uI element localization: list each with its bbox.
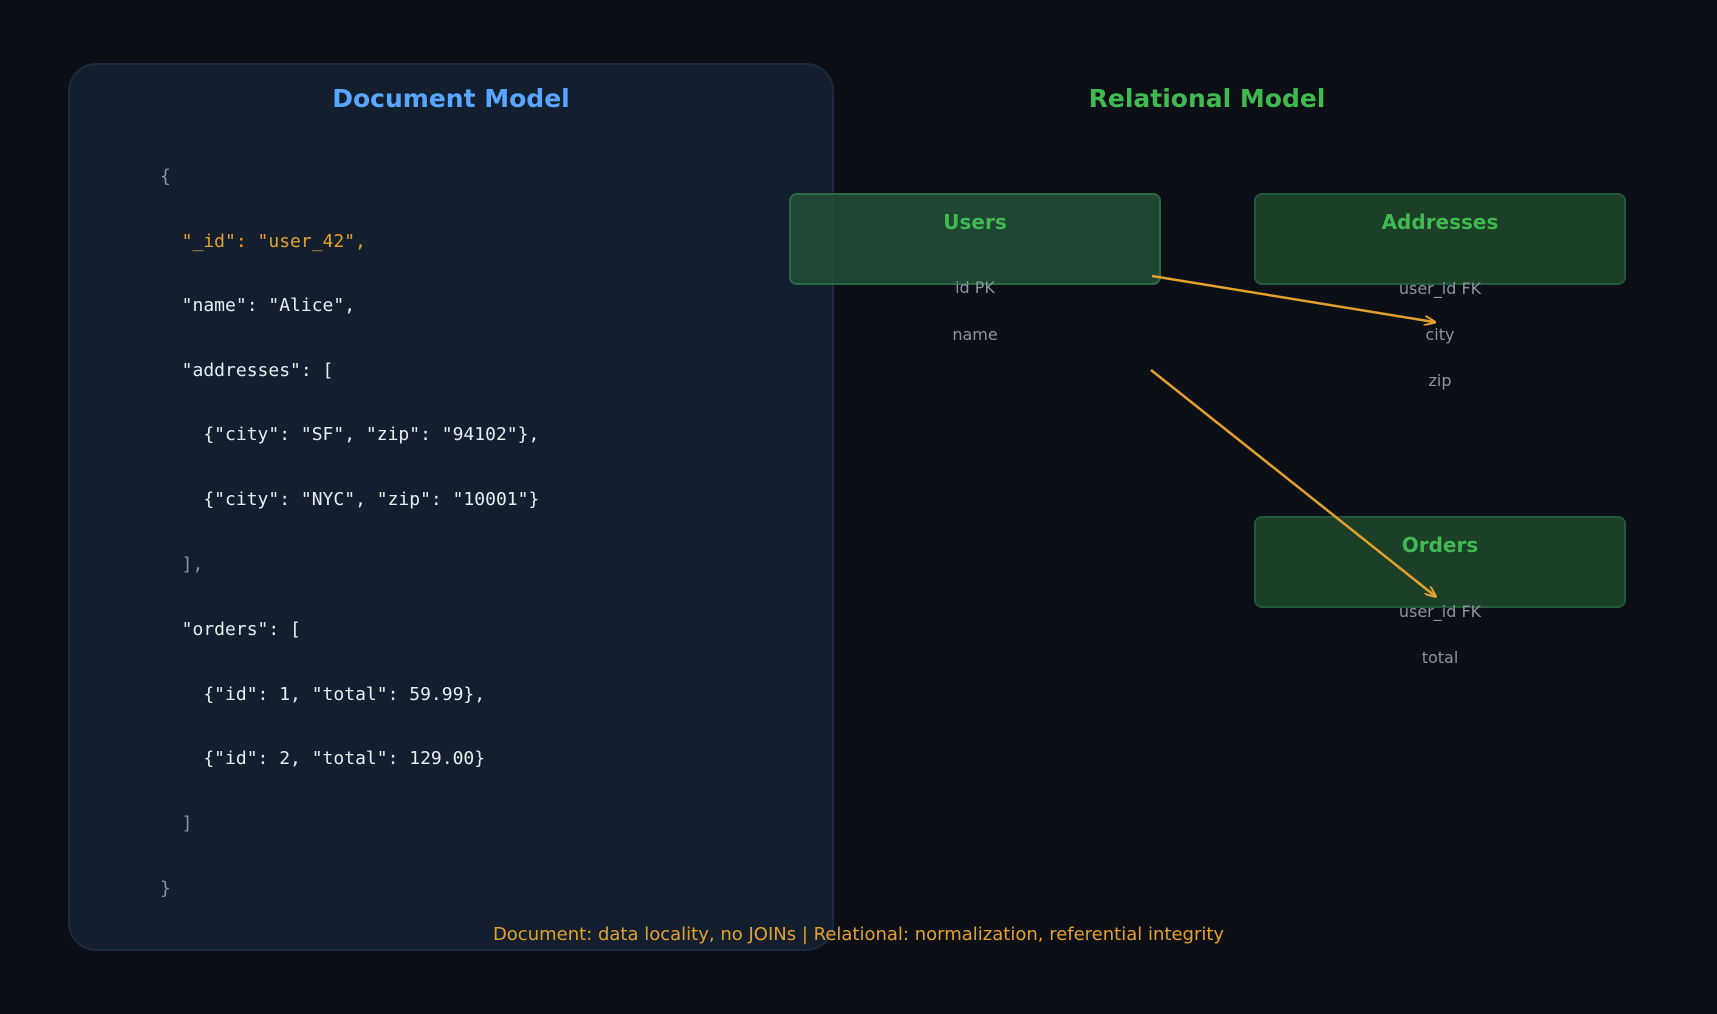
- fk-arrows: [1150, 274, 1717, 1014]
- users-to-orders-arrow: [1150, 369, 1435, 596]
- users-to-addresses-arrow: [1151, 274, 1434, 322]
- footer-caption: Document: data locality, no JOINs | Rela…: [492, 924, 1225, 945]
